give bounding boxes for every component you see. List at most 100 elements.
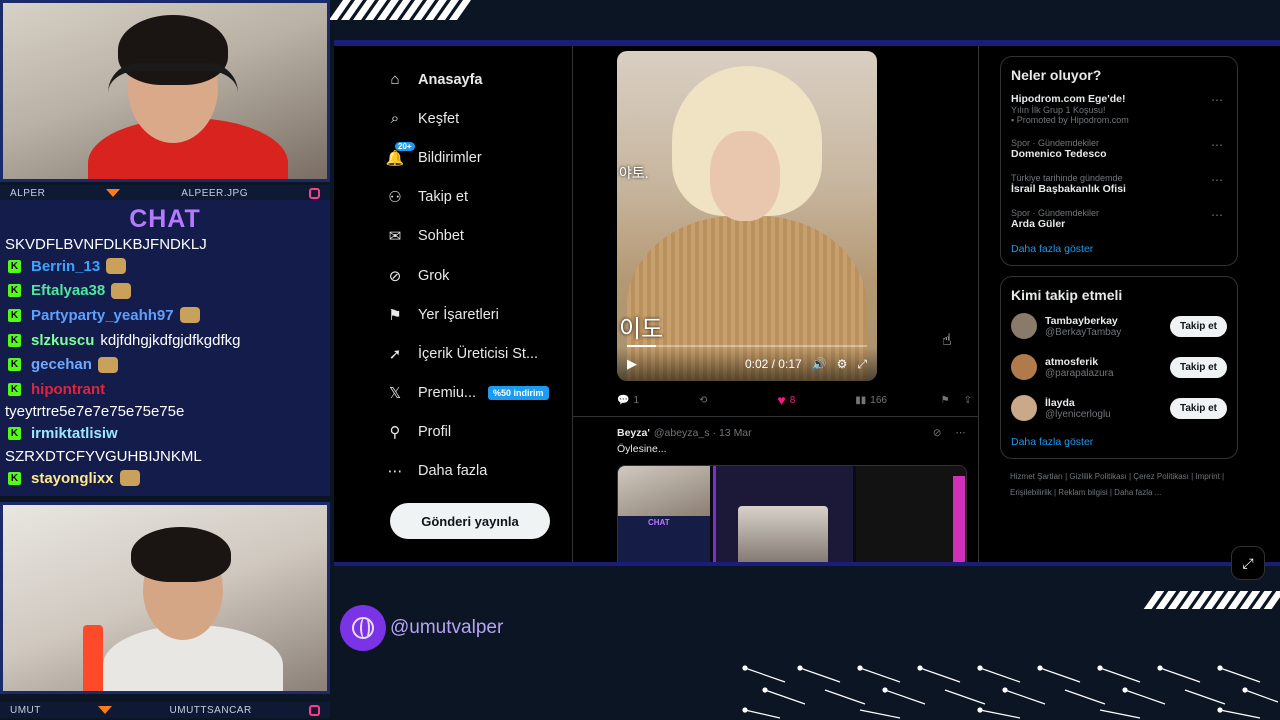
follow-name[interactable]: İlayda bbox=[1045, 397, 1111, 409]
trend-item[interactable]: Spor · Gündemdekiler Domenico Tedesco ⋯ bbox=[1011, 138, 1227, 160]
instagram-icon bbox=[309, 704, 320, 716]
chat-username: irmiktatlisiw bbox=[31, 425, 118, 443]
bookmark-icon[interactable]: ⚑ bbox=[941, 395, 950, 406]
avatar[interactable] bbox=[1011, 395, 1037, 421]
more-icon[interactable]: ⋯ bbox=[956, 427, 967, 439]
follow-button[interactable]: Takip et bbox=[1169, 397, 1227, 419]
volume-icon[interactable]: 🔊 bbox=[812, 357, 827, 371]
views-icon: ▮▮ bbox=[855, 394, 867, 406]
trends-title: Neler oluyor? bbox=[1011, 67, 1102, 83]
views-button[interactable]: ▮▮ 166 bbox=[855, 395, 887, 406]
chat-username: Eftalyaa38 bbox=[31, 282, 106, 300]
more-icon[interactable]: ⋯ bbox=[1211, 208, 1223, 222]
video-player[interactable]: 야토. 이도 ▶ 0:02 / 0:17 🔊 ⚙ ⤢ bbox=[617, 51, 877, 381]
decorative-mesh bbox=[742, 665, 1279, 719]
follow-button[interactable]: Takip et bbox=[1169, 315, 1227, 337]
nav-item-2[interactable]: ⌕ Keşfet bbox=[386, 99, 566, 138]
chat-username: gecehan bbox=[31, 356, 92, 374]
follow-show-more[interactable]: Daha fazla göster bbox=[1011, 436, 1227, 448]
kick-icon: K bbox=[8, 308, 21, 322]
trend-title: Arda Güler bbox=[1011, 218, 1066, 230]
tweet[interactable]: Beyza' @abeyza_s · 13 Mar ⊘ ⋯ Öylesine..… bbox=[573, 416, 978, 562]
like-button[interactable]: ♥ 8 bbox=[777, 392, 795, 408]
nav-item-5[interactable]: ✉ Sohbet bbox=[386, 217, 566, 256]
video-time: 0:02 / 0:17 bbox=[744, 357, 802, 371]
follow-handle: @parapalazura bbox=[1045, 367, 1114, 379]
grok-icon: ⊘ bbox=[388, 267, 402, 285]
chat-username: Partyparty_yeahh97 bbox=[31, 306, 174, 324]
share-icon[interactable]: ⇪ bbox=[964, 395, 972, 406]
triangle-icon bbox=[106, 189, 121, 197]
follow-name[interactable]: atmosferik bbox=[1045, 356, 1114, 368]
bell-icon: 🔔 bbox=[385, 149, 405, 167]
tweet-author-name[interactable]: Beyza' bbox=[617, 427, 650, 439]
grok-icon[interactable]: ⊘ bbox=[933, 427, 942, 439]
nav-item-label: Grok bbox=[418, 267, 450, 284]
nav-item-label: Takip et bbox=[418, 189, 468, 206]
trends-show-more[interactable]: Daha fazla göster bbox=[1011, 243, 1227, 255]
x-browser-window: ⌂ Anasayfa ⌕ Keşfet 🔔 20+ Bildirimler ⚇ Takip et… bbox=[334, 40, 1280, 566]
nav-item-4[interactable]: ⚇ Takip et bbox=[386, 178, 566, 217]
chat-message: SZRXDTCFYVGUHBIJNKML bbox=[5, 447, 202, 465]
reply-button[interactable]: 💬 1 bbox=[617, 395, 639, 406]
footer-links[interactable]: Hizmet Şartları | Gizlilik Politikası | … bbox=[1000, 469, 1238, 501]
trend-title: Domenico Tedesco bbox=[1011, 148, 1107, 160]
settings-icon[interactable]: ⚙ bbox=[837, 357, 848, 371]
more-icon[interactable]: ⋯ bbox=[1211, 93, 1223, 107]
nav-item-label: Premiu... bbox=[418, 385, 477, 402]
follow-suggestion[interactable]: atmosferik @parapalazura Takip et bbox=[1011, 354, 1227, 380]
decorative-stripes-top bbox=[328, 0, 472, 20]
tweet-text: Öylesine... bbox=[617, 443, 667, 455]
repost-button[interactable]: ⟲ bbox=[699, 395, 711, 406]
nav-item-10[interactable]: ⚲ Profil bbox=[386, 413, 566, 452]
trend-item[interactable]: Spor · Gündemdekiler Arda Güler ⋯ bbox=[1011, 208, 1227, 230]
nav-item-11[interactable]: ⋯ Daha fazla bbox=[386, 452, 566, 491]
trend-item[interactable]: Hipodrom.com Ege'de! Yılın İlk Grup 1 Koş… bbox=[1011, 93, 1227, 125]
chat-message: kdjfdhgjkdfgjdfkgdfkg bbox=[100, 331, 241, 349]
kick-icon: K bbox=[8, 427, 21, 441]
play-icon[interactable]: ▶ bbox=[627, 356, 637, 372]
streamer-instagram: ALPEER.JPG bbox=[181, 187, 248, 199]
chat-line: Kgecehan bbox=[0, 352, 330, 377]
nav-item-8[interactable]: ➚ İçerik Üreticisi St... bbox=[386, 334, 566, 373]
emote-icon bbox=[111, 282, 132, 299]
grok-floating-button[interactable]: ⤢ bbox=[1231, 546, 1265, 580]
right-sidebar: Neler oluyor? Hipodrom.com Ege'de! Yılın … bbox=[1000, 56, 1238, 501]
post-button[interactable]: Gönderi yayınla bbox=[390, 503, 550, 539]
nav-item-6[interactable]: ⊘ Grok bbox=[386, 256, 566, 295]
follow-name[interactable]: Tambayberkay bbox=[1045, 315, 1121, 327]
more-icon[interactable]: ⋯ bbox=[1211, 138, 1223, 152]
follow-button[interactable]: Takip et bbox=[1169, 356, 1227, 378]
nav-item-label: Anasayfa bbox=[418, 71, 483, 88]
who-to-follow-card: Kimi takip etmeli Tambayberkay @BerkayTam… bbox=[1000, 276, 1238, 459]
who-to-follow-title: Kimi takip etmeli bbox=[1011, 287, 1123, 303]
trend-title: Hipodrom.com Ege'de! bbox=[1011, 93, 1126, 105]
chat-username: Berrin_13 bbox=[31, 257, 101, 275]
chat-line: K Eftalyaa38 bbox=[0, 279, 330, 304]
follow-handle: @lyenicerloglu bbox=[1045, 408, 1111, 420]
bookmark-icon: ⚑ bbox=[388, 306, 402, 324]
follow-suggestion[interactable]: Tambayberkay @BerkayTambay Takip et bbox=[1011, 313, 1227, 339]
fullscreen-icon[interactable]: ⤢ bbox=[857, 357, 867, 372]
tweet-media[interactable]: CHAT bbox=[617, 465, 967, 562]
follow-suggestion[interactable]: İlayda @lyenicerloglu Takip et bbox=[1011, 395, 1227, 421]
nav-item-label: İçerik Üreticisi St... bbox=[418, 345, 539, 362]
nav-item-9[interactable]: 𝕏 Premiu... %50 indirim bbox=[386, 374, 566, 413]
tweet-date[interactable]: 13 Mar bbox=[719, 427, 752, 439]
more-icon[interactable]: ⋯ bbox=[1211, 173, 1223, 187]
chat-message: tyeytrtre5e7e7e75e75e75e bbox=[5, 403, 185, 421]
tweet-author-handle[interactable]: @abeyza_s bbox=[654, 427, 710, 439]
person-icon: ⚲ bbox=[389, 424, 401, 442]
chat-line: Kstayonglixx bbox=[0, 466, 330, 491]
nav-item-1[interactable]: ⌂ Anasayfa bbox=[386, 60, 566, 99]
avatar[interactable] bbox=[1011, 354, 1037, 380]
nav-item-3[interactable]: 🔔 20+ Bildirimler bbox=[386, 138, 566, 177]
webcam-top-nameplate: ALPER ALPEER.JPG bbox=[0, 185, 330, 201]
nav-item-label: Daha fazla bbox=[418, 463, 488, 480]
video-subtitle-top: 야토. bbox=[619, 165, 649, 181]
nav-item-7[interactable]: ⚑ Yer İşaretleri bbox=[386, 295, 566, 334]
avatar[interactable] bbox=[1011, 313, 1037, 339]
chat-line: Kslzkuscu kdjfdhgjkdfgjdfkgdfkg bbox=[0, 328, 330, 353]
chat-username: stayonglixx bbox=[31, 469, 114, 487]
trend-item[interactable]: Türkiye tarihinde gündemde İsrail Başbaka… bbox=[1011, 173, 1227, 195]
